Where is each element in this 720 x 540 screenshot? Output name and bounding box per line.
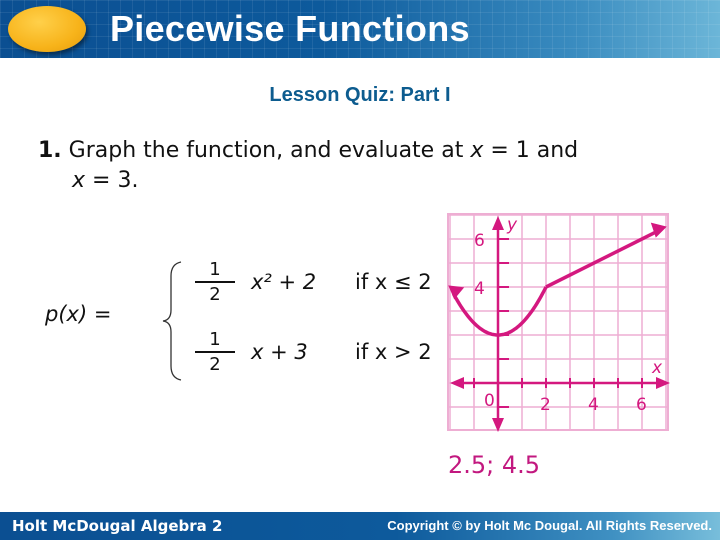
x-tick-label-6: 6 <box>636 395 647 415</box>
header-banner: Piecewise Functions <box>0 0 720 58</box>
question-1: 1. Graph the function, and evaluate at x… <box>38 136 658 196</box>
quiz-subtitle: Lesson Quiz: Part I <box>269 84 451 106</box>
x-axis-label: x <box>651 358 663 378</box>
y-tick-label-4: 4 <box>474 279 485 299</box>
curly-brace <box>162 261 182 381</box>
y-tick-label-6: 6 <box>474 231 485 251</box>
question-text-2: = 1 and <box>483 138 579 163</box>
piece-condition: if x > 2 <box>355 340 432 364</box>
question-number: 1. <box>38 138 62 163</box>
footer-copyright: Copyright © by Holt Mc Dougal. All Right… <box>387 518 712 533</box>
function-graph: 0 2 4 646xy <box>447 213 670 432</box>
fraction: 1 2 <box>195 260 235 305</box>
question-var-1: x <box>470 138 484 163</box>
footer-book-title: Holt McDougal Algebra 2 <box>12 517 223 535</box>
x-tick-label-0: 0 <box>484 391 495 411</box>
x-tick-label-4: 4 <box>588 395 599 415</box>
question-text-3: = 3. <box>85 168 139 193</box>
question-var-2: x <box>72 168 86 193</box>
x-tick-label-2: 2 <box>540 395 551 415</box>
piece-expression: x² + 2 <box>251 270 317 294</box>
piece-condition: if x ≤ 2 <box>355 270 432 294</box>
piecewise-formula: p(x) = 1 2 x² + 2 if x ≤ 2 1 2 x + 3 if … <box>45 250 445 390</box>
page-title: Piecewise Functions <box>110 8 470 49</box>
footer-banner: Holt McDougal Algebra 2 Copyright © by H… <box>0 512 720 540</box>
question-text-1: Graph the function, and evaluate at <box>68 138 471 163</box>
formula-lhs: p(x) = <box>45 302 112 326</box>
y-axis-label: y <box>506 215 518 235</box>
piece-expression: x + 3 <box>251 340 308 364</box>
logo-oval-icon <box>8 6 86 52</box>
fraction: 1 2 <box>195 330 235 375</box>
answer-text: 2.5; 4.5 <box>448 451 541 479</box>
